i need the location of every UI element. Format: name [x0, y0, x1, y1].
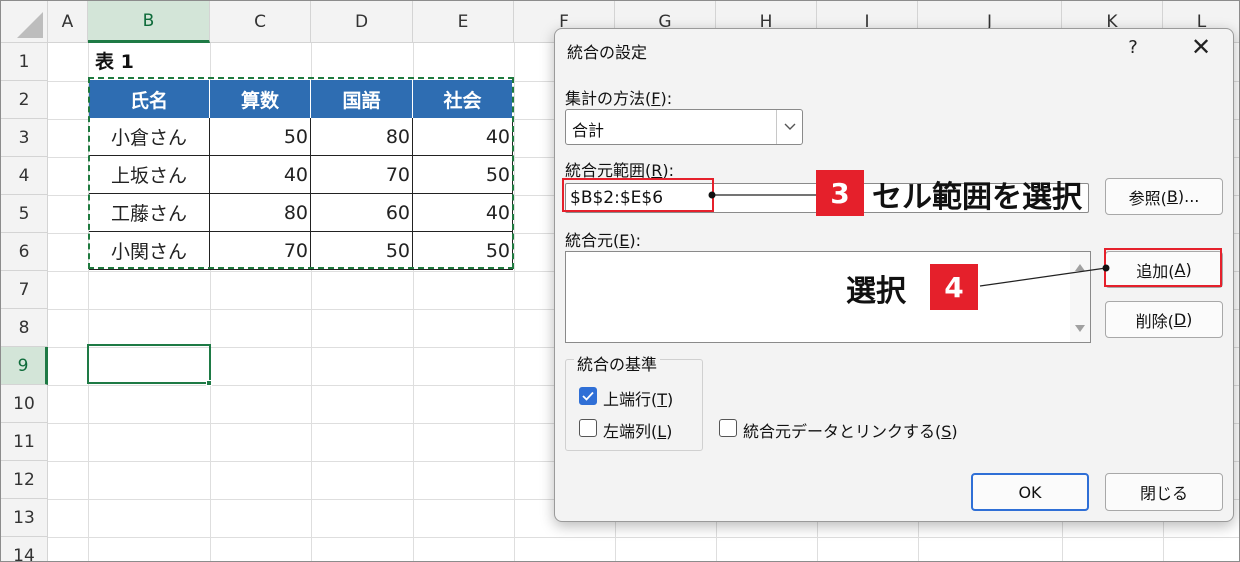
row-header-11[interactable]: 11 — [1, 423, 48, 461]
all-references-list[interactable] — [565, 251, 1091, 343]
list-scrollbar[interactable] — [1070, 252, 1090, 342]
row-header-10[interactable]: 10 — [1, 385, 48, 423]
close-button[interactable]: 閉じる — [1105, 473, 1223, 511]
step-3-callout: セル範囲を選択 — [872, 180, 1082, 215]
browse-button[interactable]: 参照(B)... — [1105, 178, 1223, 215]
table-header-japanese[interactable]: 国語 — [311, 80, 413, 118]
top-row-checkbox[interactable] — [579, 387, 597, 405]
reference-input-value: $B$2:$E$6 — [570, 188, 664, 208]
use-labels-group-label: 統合の基準 — [574, 351, 661, 375]
help-icon[interactable]: ? — [1123, 37, 1143, 58]
row-header-14[interactable]: 14 — [1, 537, 48, 561]
step-4-callout: 選択 — [846, 274, 906, 309]
select-all-corner[interactable] — [1, 1, 48, 43]
fill-handle[interactable] — [206, 380, 212, 386]
delete-button[interactable]: 削除(D) — [1105, 301, 1223, 338]
row-header-6[interactable]: 6 — [1, 233, 48, 271]
table-cell[interactable]: 工藤さん — [89, 194, 210, 232]
row-header-3[interactable]: 3 — [1, 119, 48, 157]
column-header-a[interactable]: A — [48, 1, 88, 43]
table-cell[interactable]: 60 — [311, 194, 413, 232]
table-cell[interactable]: 小関さん — [89, 232, 210, 270]
row-header-2[interactable]: 2 — [1, 81, 48, 119]
add-button[interactable]: 追加(A) — [1105, 251, 1223, 288]
table-cell[interactable]: 50 — [413, 156, 513, 194]
left-column-label[interactable]: 左端列(L) — [603, 418, 672, 442]
dialog-title: 統合の設定 — [567, 43, 648, 62]
table-title: 表 1 — [95, 51, 134, 73]
table-cell[interactable]: 50 — [311, 232, 413, 270]
top-row-label[interactable]: 上端行(T) — [603, 386, 673, 410]
row-header-12[interactable]: 12 — [1, 461, 48, 499]
table-cell[interactable]: 40 — [413, 194, 513, 232]
scroll-down-icon[interactable] — [1075, 325, 1085, 332]
column-header-e[interactable]: E — [413, 1, 514, 43]
ok-button[interactable]: OK — [971, 473, 1089, 511]
active-cell-b9[interactable] — [87, 344, 211, 384]
left-column-checkbox[interactable] — [579, 419, 597, 437]
table-cell[interactable]: 50 — [413, 232, 513, 270]
all-references-label: 統合元(E): — [565, 231, 641, 250]
row-header-13[interactable]: 13 — [1, 499, 48, 537]
check-icon — [582, 391, 594, 401]
table-cell[interactable]: 40 — [413, 118, 513, 156]
chevron-down-icon[interactable] — [776, 110, 802, 144]
function-select[interactable]: 合計 — [565, 109, 803, 145]
table-cell[interactable]: 40 — [210, 156, 311, 194]
table-cell[interactable]: 上坂さん — [89, 156, 210, 194]
column-header-b[interactable]: B — [88, 1, 210, 43]
row-header-8[interactable]: 8 — [1, 309, 48, 347]
row-header-1[interactable]: 1 — [1, 43, 48, 81]
table-header-math[interactable]: 算数 — [210, 80, 311, 118]
table-cell[interactable]: 70 — [311, 156, 413, 194]
row-header-7[interactable]: 7 — [1, 271, 48, 309]
table-cell[interactable]: 70 — [210, 232, 311, 270]
column-header-c[interactable]: C — [210, 1, 311, 43]
table-cell[interactable]: 50 — [210, 118, 311, 156]
step-3-badge: 3 — [816, 170, 864, 216]
create-links-checkbox[interactable] — [719, 419, 737, 437]
table-cell[interactable]: 80 — [311, 118, 413, 156]
row-header-5[interactable]: 5 — [1, 195, 48, 233]
create-links-label[interactable]: 統合元データとリンクする(S) — [743, 418, 958, 442]
table-header-social[interactable]: 社会 — [413, 80, 513, 118]
row-header-4[interactable]: 4 — [1, 157, 48, 195]
table-cell[interactable]: 80 — [210, 194, 311, 232]
scroll-up-icon[interactable] — [1075, 264, 1085, 271]
function-select-value: 合計 — [572, 121, 605, 140]
close-icon[interactable]: ✕ — [1187, 33, 1215, 61]
column-header-d[interactable]: D — [311, 1, 413, 43]
reference-label: 統合元範囲(R): — [565, 161, 675, 180]
table-header-name[interactable]: 氏名 — [89, 80, 210, 118]
function-label: 集計の方法(F): — [565, 89, 673, 108]
table-cell[interactable]: 小倉さん — [89, 118, 210, 156]
row-header-9[interactable]: 9 — [1, 347, 48, 385]
step-4-badge: 4 — [930, 264, 978, 310]
